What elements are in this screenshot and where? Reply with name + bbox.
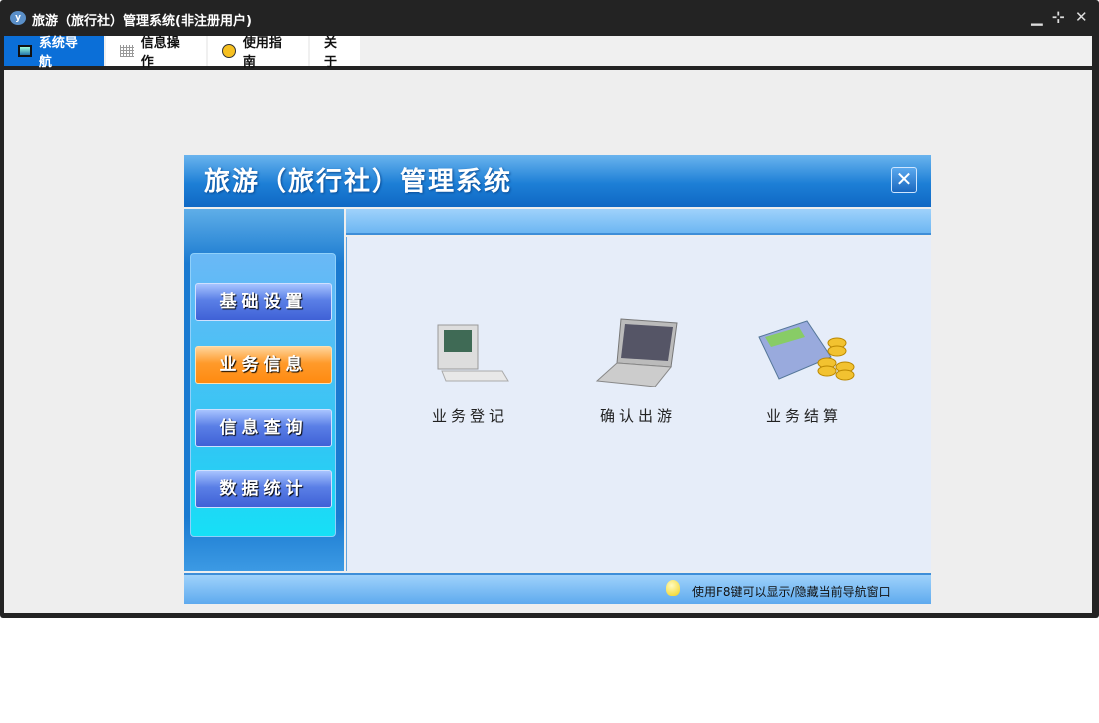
item-business-settlement[interactable]: 业务结算 [739, 317, 869, 426]
tab-label: 关于 [324, 36, 338, 70]
side-menu: 基础设置 业务信息 信息查询 数据统计 [184, 209, 344, 571]
menu-business-info[interactable]: 业务信息 [195, 346, 332, 384]
tab-system-nav[interactable]: 系统导航 [4, 36, 104, 70]
item-label: 确认出游 [599, 407, 676, 425]
window-title: 旅游（旅行社）管理系统(非注册用户) [32, 14, 252, 29]
monitor-icon [18, 45, 32, 57]
tab-label: 信息操作 [140, 36, 180, 70]
side-menu-box: 基础设置 业务信息 信息查询 数据统计 [190, 253, 336, 537]
main-area: 业务登记 确认出游 业务结算 [346, 237, 931, 571]
tab-about[interactable]: 关于 [310, 36, 360, 70]
app-logo-icon: y [10, 11, 26, 25]
tab-label: 使用指南 [242, 36, 282, 70]
grid-icon [120, 45, 134, 57]
content-area: 旅游（旅行社）管理系统 ✕ 基础设置 业务信息 信息查询 数据统计 业务登记 确… [4, 70, 1092, 613]
lightbulb-icon [666, 580, 680, 596]
menu-info-query[interactable]: 信息查询 [195, 409, 332, 447]
menu-data-stats[interactable]: 数据统计 [195, 470, 332, 508]
title-bar: y 旅游（旅行社）管理系统(非注册用户) ▁ ⊹ ✕ [0, 0, 1099, 36]
computer-icon [437, 324, 509, 382]
panel-title: 旅游（旅行社）管理系统 [204, 167, 513, 197]
panel-header: 旅游（旅行社）管理系统 ✕ [184, 155, 931, 207]
panel-close-button[interactable]: ✕ [891, 167, 917, 193]
item-label: 业务登记 [431, 407, 508, 425]
tab-user-guide[interactable]: 使用指南 [208, 36, 308, 70]
restore-button[interactable]: ⊹ [1052, 8, 1065, 26]
item-business-register[interactable]: 业务登记 [405, 317, 535, 426]
tab-label: 系统导航 [38, 36, 78, 70]
tab-bar: 系统导航 信息操作 使用指南 关于 [4, 36, 1092, 70]
footer-hint: 使用F8键可以显示/隐藏当前导航窗口 [692, 585, 891, 599]
main-top-strip [346, 209, 931, 235]
item-label: 业务结算 [765, 407, 842, 425]
laptop-icon [595, 318, 678, 388]
help-icon [222, 44, 236, 58]
nav-panel: 旅游（旅行社）管理系统 ✕ 基础设置 业务信息 信息查询 数据统计 业务登记 确… [184, 155, 931, 604]
item-confirm-trip[interactable]: 确认出游 [573, 317, 703, 426]
panel-footer: 使用F8键可以显示/隐藏当前导航窗口 [184, 573, 931, 604]
close-button[interactable]: ✕ [1075, 8, 1088, 26]
menu-basic-settings[interactable]: 基础设置 [195, 283, 332, 321]
calculator-coins-icon [758, 320, 855, 381]
minimize-button[interactable]: ▁ [1031, 8, 1043, 26]
app-window: y 旅游（旅行社）管理系统(非注册用户) ▁ ⊹ ✕ 系统导航 信息操作 使用指… [0, 0, 1099, 618]
tab-info-ops[interactable]: 信息操作 [106, 36, 206, 70]
